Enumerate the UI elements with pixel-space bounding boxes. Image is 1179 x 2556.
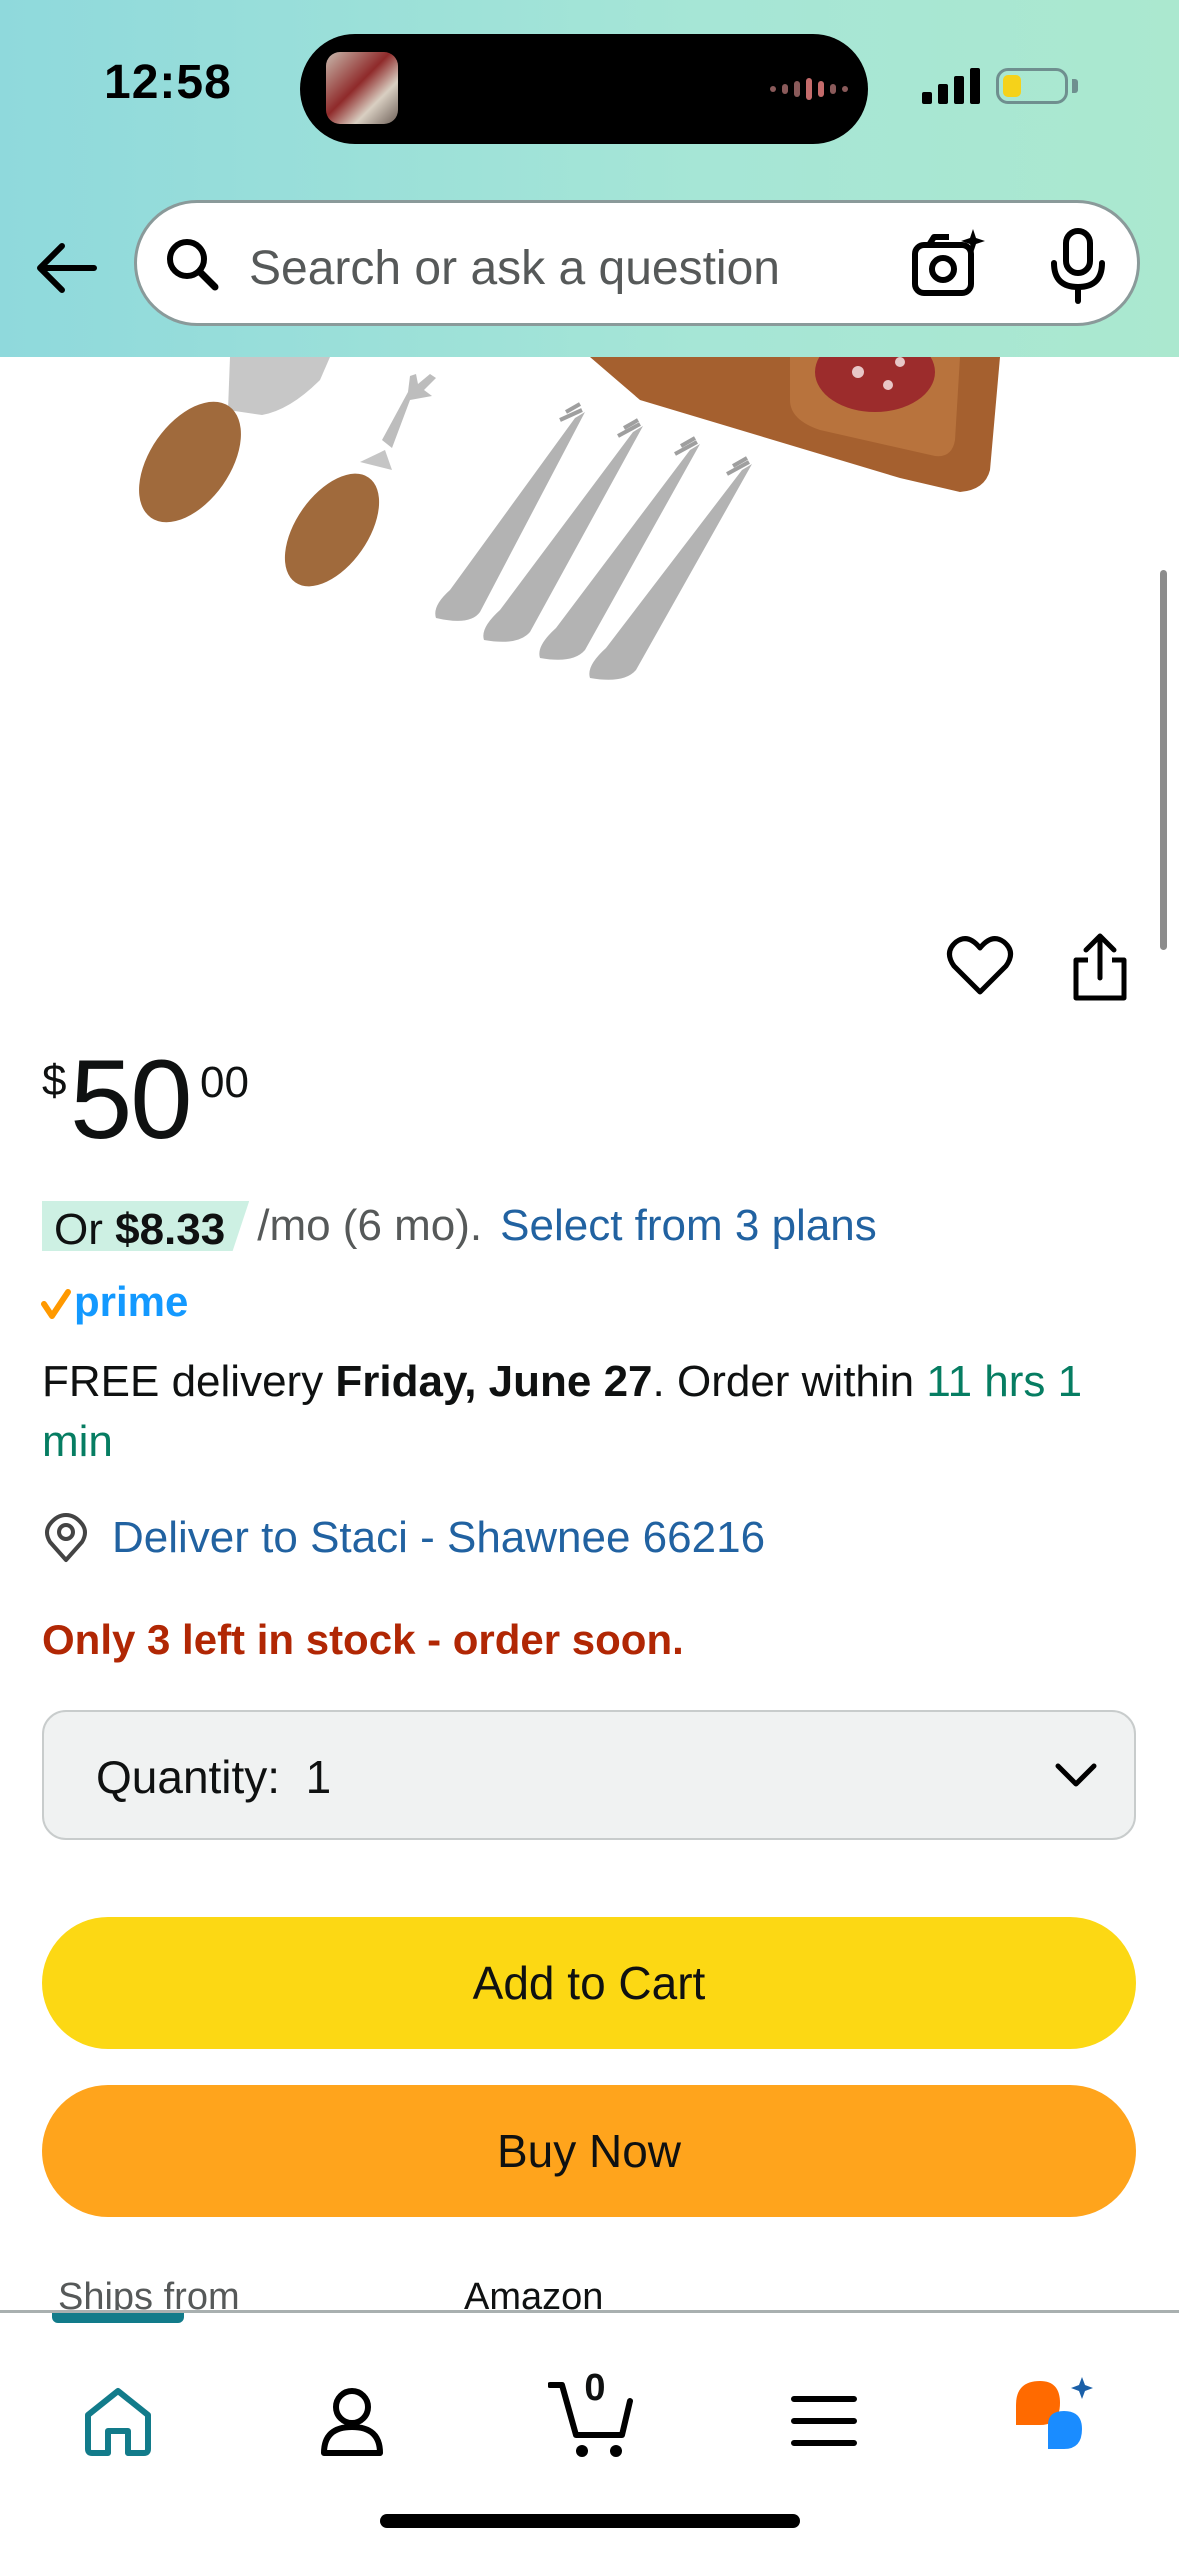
- battery-tip: [1072, 79, 1078, 93]
- status-time: 12:58: [104, 56, 232, 109]
- delivery-order-within: . Order within: [652, 1357, 927, 1406]
- financing-term: /mo (6 mo).: [257, 1201, 483, 1250]
- quantity-dropdown[interactable]: Quantity: 1: [42, 1710, 1136, 1840]
- menu-icon[interactable]: [786, 2383, 862, 2459]
- share-icon[interactable]: [1070, 932, 1130, 1002]
- location-pin-icon: [45, 1513, 87, 1562]
- buy-now-button[interactable]: Buy Now: [42, 2085, 1136, 2217]
- deliver-to-link[interactable]: Deliver to Staci - Shawnee 66216: [42, 1512, 765, 1564]
- price-fraction: 00: [200, 1058, 249, 1107]
- favorite-heart-icon[interactable]: [946, 934, 1014, 998]
- camera-search-icon[interactable]: [909, 225, 989, 305]
- dynamic-island[interactable]: [300, 34, 868, 144]
- account-icon[interactable]: [314, 2383, 390, 2459]
- financing-amount: $8.33: [115, 1205, 226, 1254]
- quantity-value: 1: [305, 1751, 332, 1803]
- audio-wave-icon: [770, 78, 848, 100]
- now-playing-thumbnail: [326, 52, 398, 124]
- delivery-date: Friday, June 27: [335, 1357, 653, 1406]
- financing-offer: Or $8.33 /mo (6 mo). Select from 3 plans: [42, 1198, 877, 1254]
- microphone-icon[interactable]: [1043, 225, 1113, 305]
- stock-warning: Only 3 left in stock - order soon.: [42, 1616, 684, 1663]
- prime-label: prime: [74, 1278, 188, 1325]
- price-whole: 50: [70, 1037, 193, 1162]
- search-icon: [167, 239, 219, 291]
- prime-logo: prime: [41, 1278, 188, 1325]
- cellular-signal-icon: [922, 68, 980, 104]
- scrollbar[interactable]: [1160, 570, 1167, 950]
- search-input[interactable]: Search or ask a question: [249, 241, 780, 296]
- home-icon[interactable]: [80, 2383, 156, 2459]
- select-plans-link[interactable]: Select from 3 plans: [500, 1201, 877, 1251]
- back-arrow-icon[interactable]: [32, 232, 104, 304]
- home-indicator[interactable]: [380, 2514, 800, 2528]
- product-image[interactable]: [0, 357, 1179, 917]
- chevron-down-icon: [1055, 1763, 1097, 1787]
- add-to-cart-button[interactable]: Add to Cart: [42, 1917, 1136, 2049]
- delivery-info: FREE delivery Friday, June 27. Order wit…: [42, 1352, 1142, 1472]
- active-tab-indicator: [52, 2313, 184, 2323]
- rufus-assistant-icon[interactable]: [1012, 2375, 1098, 2461]
- battery-icon: [996, 68, 1068, 104]
- search-bar[interactable]: Search or ask a question: [134, 200, 1140, 326]
- financing-badge: Or $8.33: [42, 1201, 250, 1254]
- quantity-label: Quantity: 1: [96, 1751, 332, 1803]
- cart-count-badge: 0: [584, 2367, 606, 2409]
- deliver-to-address[interactable]: Deliver to Staci - Shawnee 66216: [112, 1513, 765, 1563]
- price-symbol: $: [42, 1056, 67, 1105]
- top-header: 12:58 Search or ask a question: [0, 0, 1179, 357]
- financing-prefix: Or: [54, 1205, 116, 1254]
- delivery-text: FREE delivery: [42, 1357, 336, 1406]
